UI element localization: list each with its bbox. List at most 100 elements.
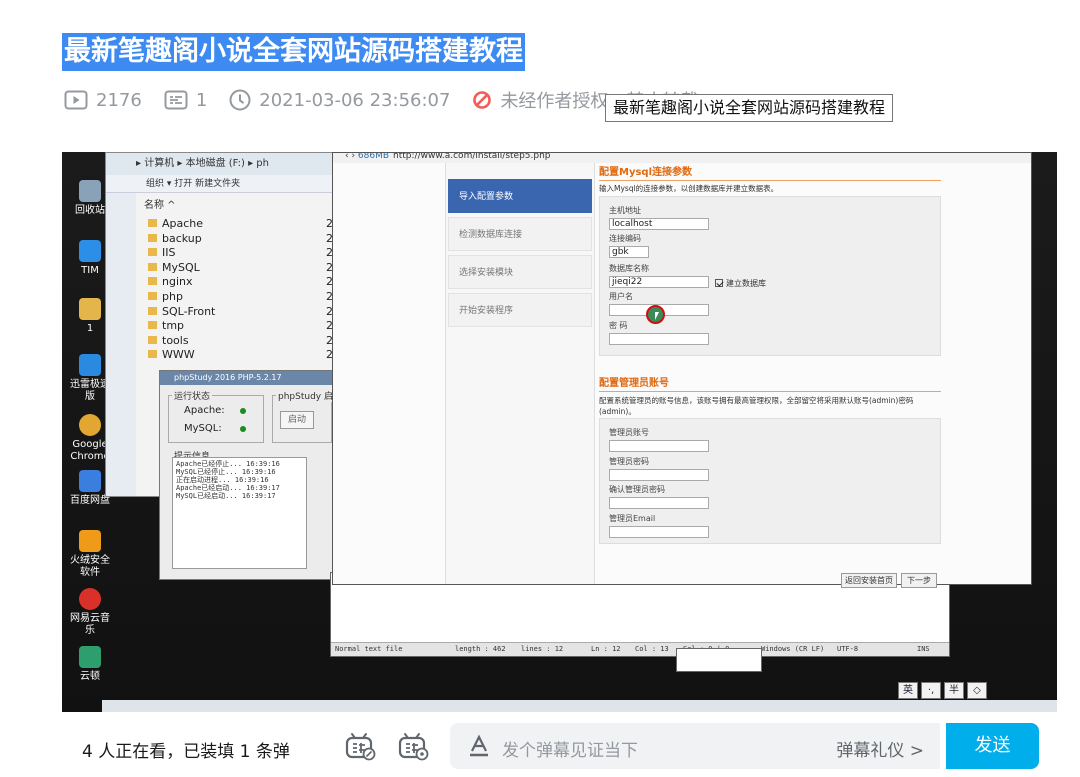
small-window [676, 648, 762, 672]
explorer-file-list: Apache20 backup20 IIS20 MySQL20 nginx20 … [148, 217, 340, 363]
video-page: 最新笔趣阁小说全套网站源码搭建教程 2176 1 2021-03-06 23:5… [0, 0, 1080, 777]
video-player[interactable]: 回收站 TIM 1 迅雷极速版 Google Chrome 百度网盘 火绒安全软… [62, 152, 1057, 712]
explorer-toolbar: 组织 ▾ 打开 新建文件夹 [106, 175, 334, 193]
publish-time: 2021-03-06 23:56:07 [229, 89, 450, 111]
list-item: tools20 [148, 334, 340, 349]
ime-lang[interactable]: 英 [898, 682, 918, 699]
play-count: 2176 [64, 90, 142, 111]
danmaku-count-value: 1 [195, 89, 208, 111]
title-tooltip: 最新笔趣阁小说全套网站源码搭建教程 [605, 94, 894, 122]
admin-pass-label: 管理员密码 [609, 457, 649, 466]
browser-address-bar: ‹ › 686MB http://www.a.com/install/step5.… [333, 153, 1031, 163]
run-status-box [168, 395, 264, 443]
danmaku-bar: 4 人正在看，已装填 1 条弹 发个弹幕见证当下 弹幕礼仪 > 发送 [62, 715, 1057, 777]
folder-icon [148, 350, 157, 359]
explorer-breadcrumb: ▸ 计算机 ▸ 本地磁盘 (F:) ▸ ph [106, 153, 334, 175]
step-check-db[interactable]: 检测数据库连接 [448, 217, 592, 251]
ime-width[interactable]: 半 [944, 682, 964, 699]
list-item: Apache20 [148, 217, 340, 232]
ime-punct[interactable]: ·, [921, 682, 941, 699]
mysql-section-title: 配置Mysql连接参数 [599, 163, 941, 181]
host-input[interactable]: localhost [609, 218, 709, 230]
list-item: nginx20 [148, 275, 340, 290]
admin-pass-input[interactable] [609, 469, 709, 481]
step-select-modules[interactable]: 选择安装模块 [448, 255, 592, 289]
folder-icon [148, 262, 157, 271]
ime-settings[interactable]: ◇ [967, 682, 987, 699]
windows-taskbar [102, 700, 1057, 712]
admin-desc-line2: (admin)。 [599, 407, 636, 416]
danmaku-count: 1 [164, 90, 207, 111]
folder-icon [148, 291, 157, 300]
explorer-column-header: 名称 ^ [144, 200, 176, 211]
dbname-label: 数据库名称 [609, 264, 649, 273]
dbname-input[interactable]: jieqi22 [609, 276, 709, 288]
folder-icon [148, 277, 157, 286]
list-item: backup20 [148, 232, 340, 247]
text-style-icon[interactable] [468, 734, 490, 758]
mysql-status-dot [240, 426, 246, 432]
step-start-install[interactable]: 开始安装程序 [448, 293, 592, 327]
folder-icon [148, 306, 157, 315]
password-input[interactable] [609, 333, 709, 345]
danmaku-toggle-icon[interactable] [344, 731, 376, 761]
admin-user-input[interactable] [609, 440, 709, 452]
create-db-checkbox[interactable]: 建立数据库 [715, 278, 766, 289]
clock-icon [229, 89, 251, 111]
phpstudy-window: phpStudy 2016 PHP-5.2.17 运行状态 Apache: My… [159, 370, 344, 580]
ime-toolbar: 英 ·, 半 ◇ [898, 682, 990, 699]
huorong-icon: 火绒安全软件 [68, 530, 112, 579]
watching-count: 4 人正在看，已装填 1 条弹 [82, 742, 290, 762]
danmaku-etiquette-link[interactable]: 弹幕礼仪 > [836, 736, 924, 761]
video-title: 最新笔趣阁小说全套网站源码搭建教程 [62, 33, 525, 71]
admin-pass2-label: 确认管理员密码 [609, 485, 665, 494]
username-label: 用户名 [609, 292, 633, 301]
admin-desc-line1: 配置系统管理员的账号信息，该账号拥有最高管理权限，全部留空将采用默认账号(adm… [599, 396, 914, 405]
list-item: SQL-Front20 [148, 305, 340, 320]
host-label: 主机地址 [609, 206, 641, 215]
admin-email-input[interactable] [609, 526, 709, 538]
admin-email-label: 管理员Email [609, 514, 656, 523]
danmaku-settings-icon[interactable] [397, 731, 429, 761]
browser-window: ‹ › 686MB http://www.a.com/install/step5.… [332, 152, 1032, 588]
danmaku-icon [164, 90, 188, 110]
mouse-cursor-highlight [646, 305, 665, 324]
list-item: php20 [148, 290, 340, 305]
admin-section-title: 配置管理员账号 [599, 374, 941, 392]
next-button[interactable]: 下一步 [901, 573, 937, 588]
forbidden-icon [473, 91, 492, 109]
admin-user-label: 管理员账号 [609, 428, 649, 437]
password-label: 密 码 [609, 321, 628, 330]
folder-icon [148, 233, 157, 242]
back-home-button[interactable]: 返回安装首页 [841, 573, 897, 588]
apache-status-dot [240, 408, 246, 414]
list-item: IIS20 [148, 246, 340, 261]
info-log: Apache已经停止... 16:39:16 MySQL已经停止... 16:3… [172, 457, 307, 569]
mysql-label: MySQL: [184, 423, 222, 434]
video-meta: 2176 1 2021-03-06 23:56:07 未经作者授权，禁止转载 [64, 87, 698, 113]
list-item: tmp20 [148, 319, 340, 334]
folder-icon [148, 335, 157, 344]
netease-music-icon: 网易云音乐 [68, 588, 112, 637]
run-status-label: 运行状态 [172, 389, 213, 402]
step-import-config[interactable]: 导入配置参数 [448, 179, 592, 213]
mysql-section-desc: 输入Mysql的连接参数，以创建数据库并建立数据表。 [599, 184, 779, 193]
apache-label: Apache: [184, 405, 225, 416]
folder-icon [148, 321, 157, 330]
play-count-value: 2176 [96, 89, 142, 111]
explorer-sidebar [106, 193, 136, 496]
charset-input[interactable]: gbk [609, 246, 649, 258]
publish-time-value: 2021-03-06 23:56:07 [259, 89, 451, 111]
folder-icon [148, 219, 157, 227]
danmaku-input-box[interactable]: 发个弹幕见证当下 弹幕礼仪 > [450, 723, 940, 769]
install-steps: 导入配置参数 检测数据库连接 选择安装模块 开始安装程序 [445, 163, 595, 584]
admin-pass2-input[interactable] [609, 497, 709, 509]
list-item: WWW20 [148, 348, 340, 363]
send-danmaku-button[interactable]: 发送 [946, 723, 1039, 769]
start-button[interactable]: 启动 [280, 411, 314, 429]
play-icon [64, 90, 88, 110]
phpstudy-titlebar: phpStudy 2016 PHP-5.2.17 [160, 371, 333, 385]
cloud-icon: 云顿 [68, 646, 112, 683]
charset-label: 连接编码 [609, 234, 641, 243]
notepad-status-bar: Normal text file length : 462 lines : 12… [331, 642, 949, 656]
